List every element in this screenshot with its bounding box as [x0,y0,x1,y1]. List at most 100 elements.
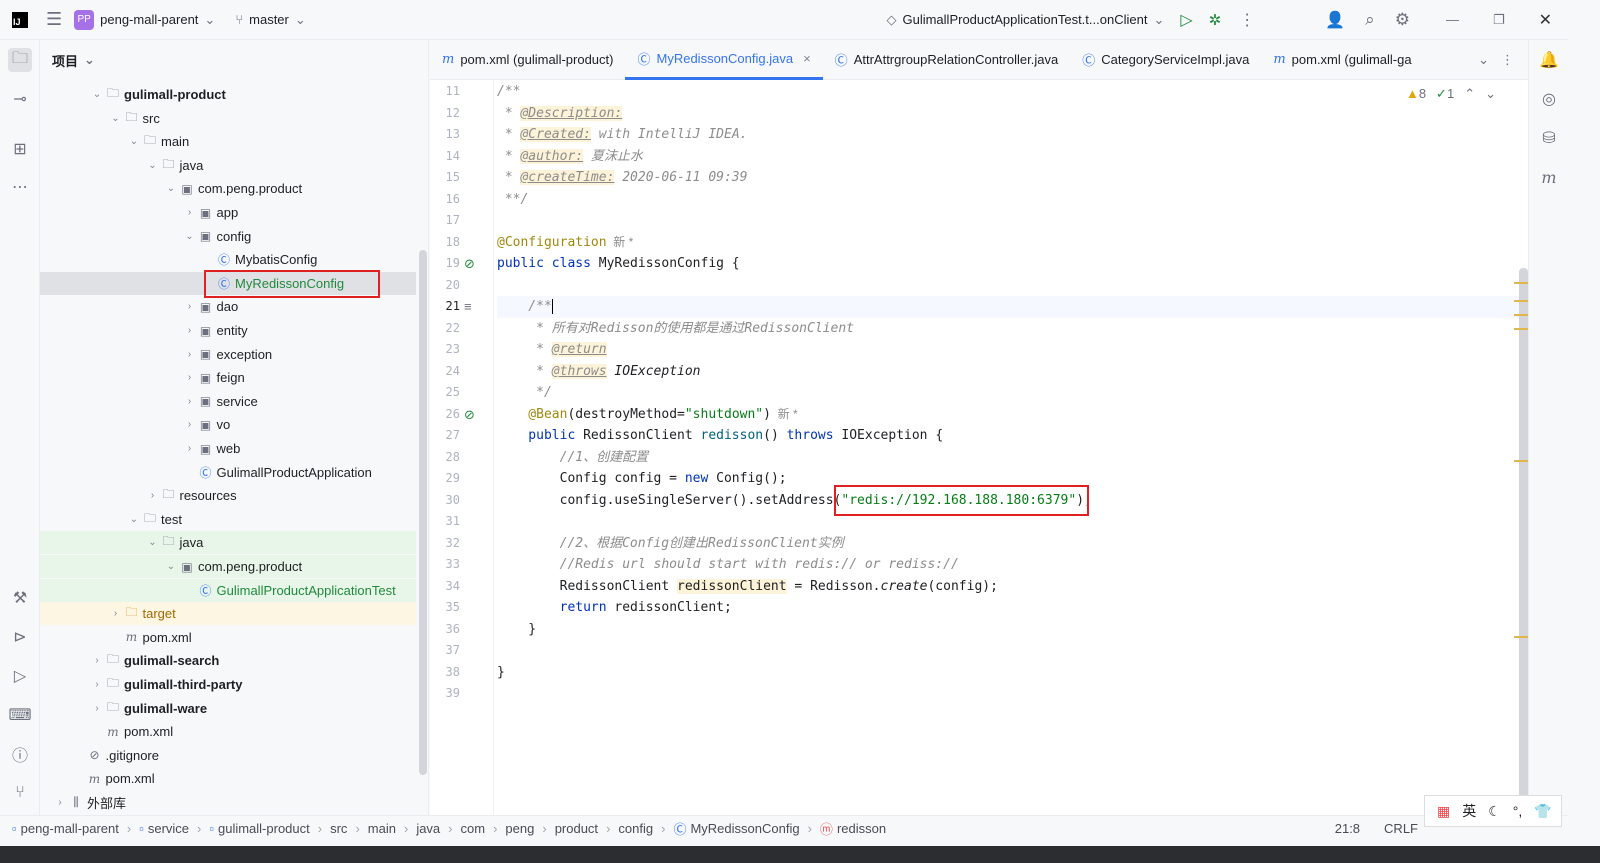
tab-categoryserviceimpl-java[interactable]: Ⓒ CategoryServiceImpl.java [1070,40,1261,80]
tree-item[interactable]: › ▣ web [40,437,416,460]
run-config-selector[interactable]: ◇ GulimallProductApplicationTest.t...onC… [886,12,1164,28]
main-menu-icon[interactable]: ☰ [46,9,62,30]
tree-item[interactable]: ⌄ ▣ com.peng.product [40,555,416,578]
close-tab-icon[interactable]: × [803,51,811,66]
tree-item[interactable]: › 🗀 gulimall-ware [40,697,416,720]
tree-item[interactable]: m pom.xml [40,720,416,743]
tree-item[interactable]: › ▣ exception [40,343,416,366]
search-icon[interactable]: ⌕ [1365,10,1375,30]
tree-item[interactable]: ⌄ 🗀 gulimall-product [40,83,416,106]
terminal-icon[interactable]: ⌨ [8,703,32,727]
tree-item[interactable]: › ▣ service [40,390,416,413]
chevron-right-icon[interactable]: › [182,419,198,430]
tree-item[interactable]: m pom.xml [40,626,416,649]
spring-bean-icon[interactable]: ⊘ [464,404,475,426]
breadcrumb-item[interactable]: Ⓒ MyRedissonConfig [673,819,799,838]
tree-item[interactable]: ⌄ 🗀 main [40,130,416,153]
structure-icon[interactable]: ⊞ [8,137,32,161]
tree-item[interactable]: › ▣ feign [40,366,416,389]
chevron-right-icon[interactable]: › [89,679,105,690]
tab-pom-xml-gulimall-product-[interactable]: m pom.xml (gulimall-product) [430,40,625,80]
tree-item[interactable]: › ⫼ 外部库 [40,791,416,814]
tree-item[interactable]: › ▣ dao [40,295,416,318]
debug-icon[interactable]: ✲ [1209,11,1222,29]
chevron-right-icon[interactable]: › [89,703,105,714]
caret-position[interactable]: 21:8 [1335,821,1360,836]
tree-item[interactable]: › ▣ entity [40,319,416,342]
moon-icon[interactable]: ☾ [1488,803,1501,820]
breadcrumb-item[interactable]: product [555,821,598,836]
chevron-right-icon[interactable]: › [182,372,198,383]
tree-item[interactable]: ⌄ ▣ config [40,225,416,248]
database-icon[interactable]: ⛁ [1537,126,1561,150]
tabs-more-icon[interactable]: ⋮ [1501,52,1514,68]
project-panel-header[interactable]: 项目 ⌄ [40,40,428,80]
inspection-widget[interactable]: ▲8 ✓1 ⌃ ⌄ [1406,86,1496,102]
restore-button[interactable]: ❐ [1493,12,1505,28]
ime-language[interactable]: 英 [1462,801,1476,821]
breadcrumb-item[interactable]: ▫ service [139,821,189,836]
chevron-down-icon[interactable]: ⌄ [182,231,198,242]
breadcrumb-item[interactable]: main [368,821,396,836]
ok-count[interactable]: ✓1 [1436,86,1454,102]
tree-item[interactable]: ⌄ 🗀 java [40,154,416,177]
more-tools-icon[interactable]: ⋯ [8,175,32,199]
doc-render-icon[interactable]: ≡ [464,296,472,318]
notifications-icon[interactable]: 🔔 [1537,48,1561,72]
git-icon[interactable]: ⑂ [8,781,32,805]
commit-icon[interactable]: ⊸ [8,87,32,111]
chevron-right-icon[interactable]: › [108,608,124,619]
branch-switcher[interactable]: ⑂ master ⌄ [235,12,305,28]
tree-item[interactable]: ⌄ 🗀 test [40,508,416,531]
tabs-dropdown-icon[interactable]: ⌄ [1478,52,1489,68]
chevron-down-icon[interactable]: ⌄ [145,537,161,548]
chevron-down-icon[interactable]: ⌄ [145,160,161,171]
tab-pom-xml-gulimall-ga[interactable]: m pom.xml (gulimall-ga [1261,40,1423,80]
project-switcher[interactable]: PP peng-mall-parent ⌄ [74,9,215,30]
warnings-count[interactable]: ▲8 [1406,86,1426,102]
ime-toolbar[interactable]: ▦ 英 ☾ °, 👕 [1424,795,1562,827]
tree-item[interactable]: Ⓒ GulimallProductApplicationTest [40,578,416,602]
tree-item[interactable]: › 🗀 target [40,602,416,626]
tree-item[interactable]: Ⓒ MybatisConfig [40,248,416,271]
chevron-right-icon[interactable]: › [182,325,198,336]
chevron-down-icon[interactable]: ⌄ [108,113,124,124]
chevron-right-icon[interactable]: › [89,655,105,666]
line-ending[interactable]: CRLF [1384,821,1418,836]
run-icon[interactable]: ▷ [1180,10,1192,30]
next-highlight-icon[interactable]: ⌄ [1485,86,1496,102]
chevron-right-icon[interactable]: › [182,443,198,454]
spring-bean-icon[interactable]: ⊘ [464,253,475,275]
breadcrumb-item[interactable]: peng [505,821,534,836]
run-panel-icon[interactable]: ▷ [8,664,32,688]
services-icon[interactable]: ⊳ [8,625,32,649]
chevron-down-icon[interactable]: ⌄ [126,514,142,525]
breadcrumb-item[interactable]: ⓜ redisson [820,819,886,838]
shirt-icon[interactable]: 👕 [1534,803,1551,820]
breadcrumb-item[interactable]: ▫ gulimall-product [209,821,309,836]
tab-attrattrgrouprelationcontroller-java[interactable]: Ⓒ AttrAttrgroupRelationController.java [823,40,1071,80]
tree-item[interactable]: ⌄ ▣ com.peng.product [40,177,416,200]
editor-scrollbar[interactable] [1519,268,1528,813]
tree-item[interactable]: ⌄ 🗀 src [40,107,416,130]
tree-item[interactable]: › 🗀 gulimall-search [40,649,416,672]
prev-highlight-icon[interactable]: ⌃ [1464,86,1475,102]
tree-item[interactable]: ⌄ 🗀 java [40,531,416,555]
tree-item[interactable]: › 🗀 gulimall-third-party [40,673,416,696]
chevron-down-icon[interactable]: ⌄ [163,561,179,572]
tab-myredissonconfig-java[interactable]: Ⓒ MyRedissonConfig.java × [625,40,823,80]
tree-item[interactable]: m pom.xml [40,767,416,790]
ai-assistant-icon[interactable]: ◎ [1537,87,1561,111]
chevron-down-icon[interactable]: ⌄ [163,183,179,194]
problems-icon[interactable]: ⓘ [8,742,32,766]
minimize-button[interactable]: — [1446,12,1459,27]
chevron-down-icon[interactable]: ⌄ [126,136,142,147]
tree-item[interactable]: › ▣ app [40,201,416,224]
tree-item[interactable]: Ⓒ GulimallProductApplication [40,461,416,484]
add-user-icon[interactable]: 👤 [1325,10,1345,30]
breadcrumb-item[interactable]: ▫ peng-mall-parent [12,821,119,836]
chevron-right-icon[interactable]: › [182,207,198,218]
breadcrumb-item[interactable]: config [618,821,653,836]
breadcrumb-item[interactable]: java [416,821,440,836]
chevron-right-icon[interactable]: › [182,396,198,407]
